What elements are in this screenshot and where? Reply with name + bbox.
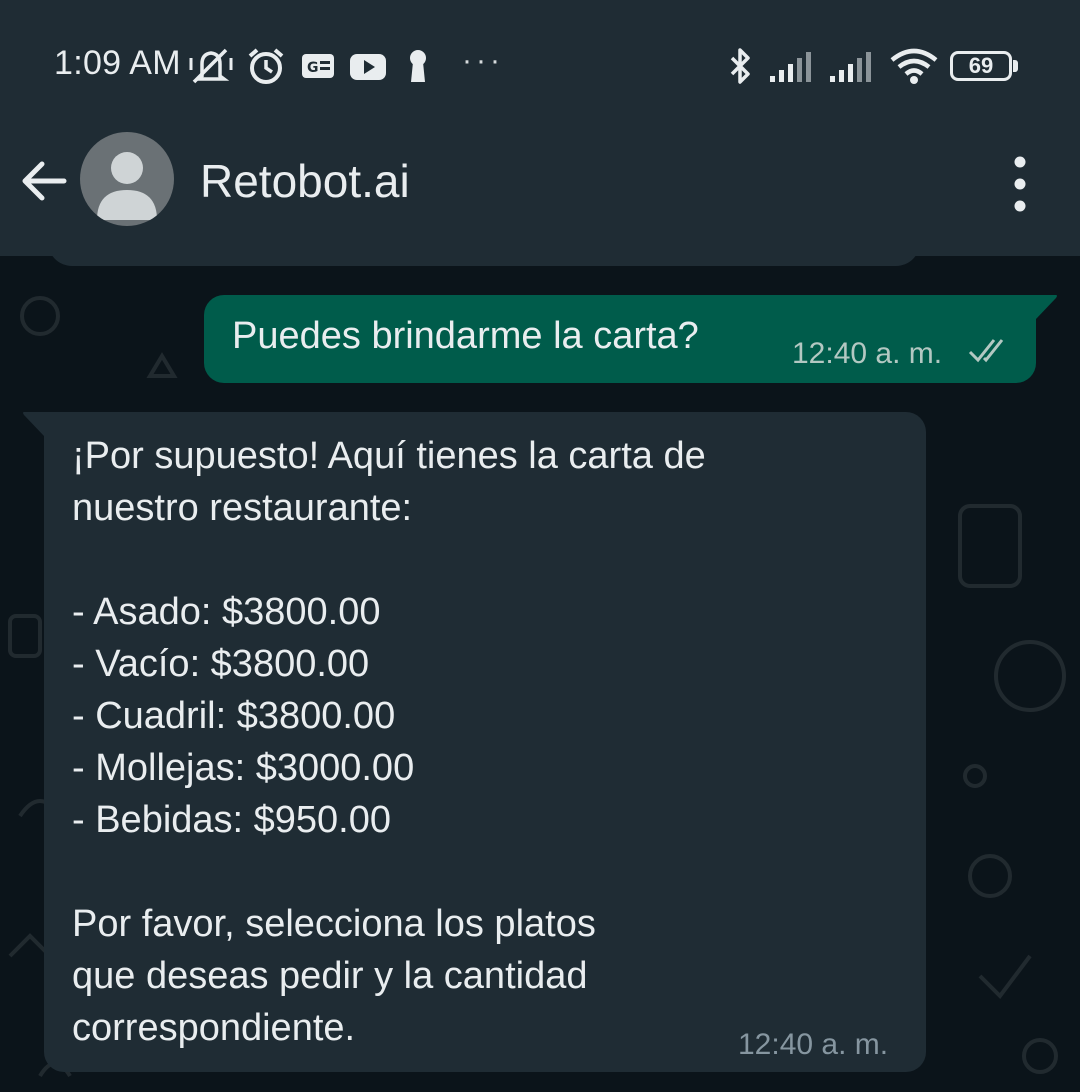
message-time: 12:40 a. m. <box>792 337 943 370</box>
svg-text:G: G <box>307 60 319 76</box>
battery-level: 69 <box>968 53 994 78</box>
menu-item-line: - Mollejas: $3000.00 <box>72 747 415 789</box>
battery-icon: 69 <box>950 51 1012 81</box>
chat-header: Retobot.ai <box>0 124 1080 256</box>
menu-item-line: - Cuadril: $3800.00 <box>72 695 396 737</box>
more-notifications-icon: ··· <box>462 44 504 77</box>
signal-icon <box>830 52 871 82</box>
keyhole-icon <box>410 50 426 82</box>
chat-area[interactable]: Puedes brindarme la carta? 12:40 a. m. ¡… <box>0 256 1080 1092</box>
arrow-back-icon[interactable] <box>18 154 72 208</box>
bluetooth-icon <box>730 48 750 84</box>
menu-item-line: - Asado: $3800.00 <box>72 591 381 633</box>
avatar[interactable] <box>80 132 174 226</box>
news-app-icon: G <box>302 54 334 78</box>
more-vert-icon[interactable] <box>998 152 1042 216</box>
message-line: Por favor, selecciona los platos <box>72 903 596 945</box>
youtube-icon <box>350 54 386 80</box>
chat-screen: 1:09 AM G ··· 69 Retobot.ai Puedes brind… <box>0 0 1080 1092</box>
outgoing-message-bubble[interactable]: Puedes brindarme la carta? 12:40 a. m. <box>204 295 1036 383</box>
alarm-icon <box>248 48 284 84</box>
battery-tip <box>1013 60 1018 72</box>
message-text: Puedes brindarme la carta? <box>232 315 699 357</box>
incoming-message-bubble[interactable]: ¡Por supuesto! Aquí tienes la carta de n… <box>44 412 926 1072</box>
contact-name[interactable]: Retobot.ai <box>200 154 410 208</box>
status-time: 1:09 AM <box>54 44 181 82</box>
signal-icon <box>770 52 811 82</box>
previous-message-bubble <box>48 256 920 266</box>
menu-item-line: - Bebidas: $950.00 <box>72 799 392 841</box>
message-line: nuestro restaurante: <box>72 487 413 529</box>
muted-notifications-icon <box>189 48 233 84</box>
message-line: que deseas pedir y la cantidad <box>72 955 588 997</box>
status-bar: 1:09 AM G ··· 69 <box>0 0 1080 124</box>
message-line: ¡Por supuesto! Aquí tienes la carta de <box>72 435 706 477</box>
default-avatar-icon <box>97 152 157 220</box>
read-receipt-icon <box>968 339 1004 363</box>
message-line: correspondiente. <box>72 1007 356 1049</box>
wifi-icon <box>890 48 938 84</box>
menu-item-line: - Vacío: $3800.00 <box>72 643 370 685</box>
message-time: 12:40 a. m. <box>738 1028 889 1061</box>
